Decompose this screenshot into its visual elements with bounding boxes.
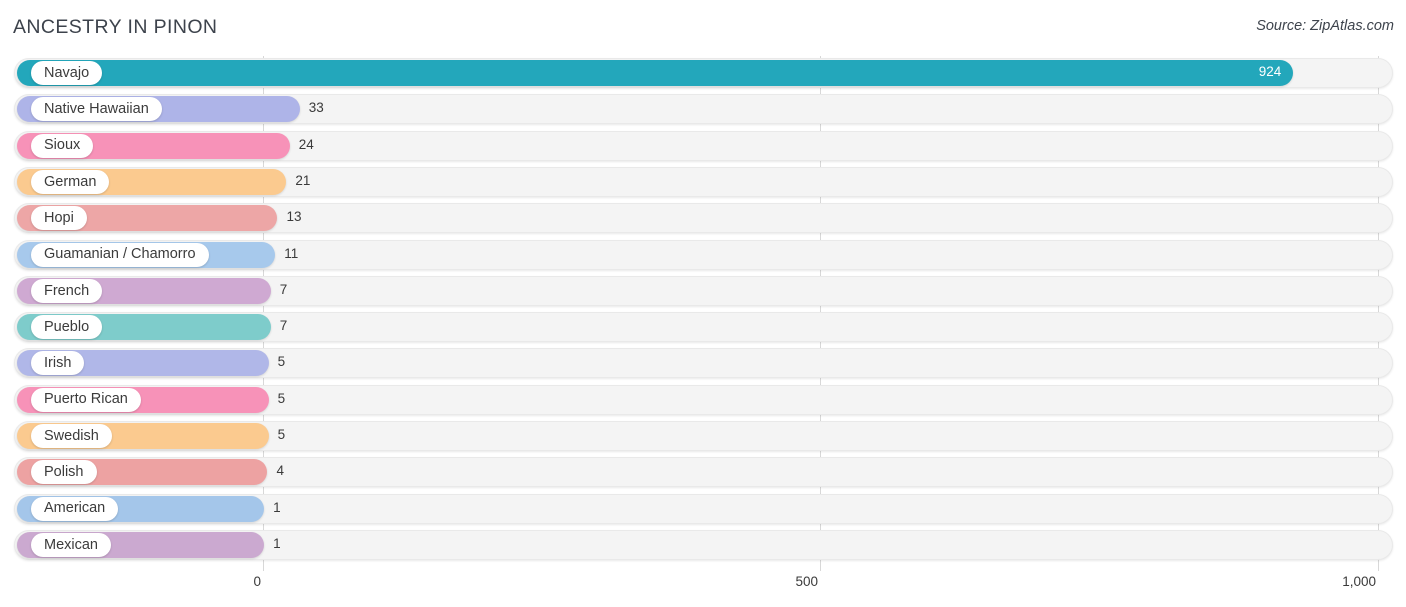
bar-value-label: 1 xyxy=(273,499,281,515)
bar-category-text: Navajo xyxy=(44,64,90,81)
bar-row: French 7 xyxy=(0,274,1406,310)
bar-row: Sioux 24 xyxy=(0,129,1406,165)
bar-row: Polish 4 xyxy=(0,455,1406,491)
bar-row: Navajo 924 xyxy=(0,56,1406,92)
bar-row: Swedish 5 xyxy=(0,419,1406,455)
bar-row: Mexican 1 xyxy=(0,528,1406,564)
x-tick-label: 1,000 xyxy=(1342,574,1376,589)
bar-row: Pueblo 7 xyxy=(0,310,1406,346)
bar-category-label: Sioux xyxy=(31,133,93,158)
plot-area: Navajo 924 Native Hawaiian 33 Sioux 24 German 2… xyxy=(0,56,1406,571)
bar-value-label: 7 xyxy=(279,318,288,334)
bar-category-label: American xyxy=(31,496,118,521)
bar-category-text: Polish xyxy=(44,464,84,481)
bar-value-label: 33 xyxy=(308,100,324,116)
source-attribution: Source: ZipAtlas.com xyxy=(1256,18,1394,34)
bar-row: Native Hawaiian 33 xyxy=(0,92,1406,128)
bar-value-label: 4 xyxy=(276,463,284,479)
bar-value-label: 13 xyxy=(286,209,302,225)
bar-value-label: 5 xyxy=(277,427,286,442)
bar-category-label: German xyxy=(31,169,109,194)
bar[interactable] xyxy=(17,60,1294,86)
bar-category-text: Irish xyxy=(44,355,72,372)
bar-category-text: Puerto Rican xyxy=(44,391,128,408)
bar-row: American 1 xyxy=(0,492,1406,528)
bar-category-label: Irish xyxy=(31,351,84,376)
bar-value-label: 11 xyxy=(284,245,299,261)
bar-rows: Navajo 924 Native Hawaiian 33 Sioux 24 German 2… xyxy=(0,56,1406,571)
bar-value-label: 21 xyxy=(295,172,311,188)
bar-category-text: American xyxy=(44,500,106,517)
bar-row: German 21 xyxy=(0,165,1406,201)
bar-category-text: Hopi xyxy=(44,209,74,226)
bar-value-label: 1 xyxy=(273,535,281,551)
bar-category-label: French xyxy=(31,278,102,303)
bar-value-label: 5 xyxy=(277,354,286,370)
bar-row: Puerto Rican 5 xyxy=(0,383,1406,419)
bar-category-text: Swedish xyxy=(44,427,99,444)
bar-category-label: Guamanian / Chamorro xyxy=(31,242,209,267)
bar-category-text: Mexican xyxy=(44,536,98,553)
bar-category-text: Pueblo xyxy=(44,318,90,335)
x-tick-label: 0 xyxy=(253,574,261,589)
bar-category-label: Hopi xyxy=(31,206,87,231)
bar-row: Hopi 13 xyxy=(0,201,1406,237)
bar-value-label: 5 xyxy=(277,390,286,406)
x-axis: 0 500 1,000 xyxy=(0,571,1406,607)
bar-row: Guamanian / Chamorro 11 xyxy=(0,238,1406,274)
bar-category-label: Swedish xyxy=(31,424,112,448)
bar-category-text: French xyxy=(44,282,90,299)
bar-category-text: Sioux xyxy=(44,137,81,154)
bar-value-label: 924 xyxy=(1258,64,1282,79)
bar-category-label: Polish xyxy=(31,460,97,485)
ancestry-bar-chart: ANCESTRY IN PINON Source: ZipAtlas.com N… xyxy=(0,0,1406,607)
bar-category-label: Puerto Rican xyxy=(31,387,141,412)
bar-category-text: German xyxy=(44,173,97,190)
page-title: ANCESTRY IN PINON xyxy=(13,16,218,38)
bar-category-label: Native Hawaiian xyxy=(31,97,162,122)
bar-category-text: Native Hawaiian xyxy=(44,101,149,118)
bar-category-text: Guamanian / Chamorro xyxy=(44,246,196,263)
bar-value-label: 7 xyxy=(279,281,288,297)
chart-header: ANCESTRY IN PINON Source: ZipAtlas.com xyxy=(0,0,1406,56)
x-tick-label: 500 xyxy=(795,574,818,589)
bar-row: Irish 5 xyxy=(0,346,1406,382)
bar-category-label: Pueblo xyxy=(31,315,102,340)
bar-value-label: 24 xyxy=(298,136,314,152)
bar-category-label: Mexican xyxy=(31,532,111,557)
bar-category-label: Navajo xyxy=(31,61,102,85)
